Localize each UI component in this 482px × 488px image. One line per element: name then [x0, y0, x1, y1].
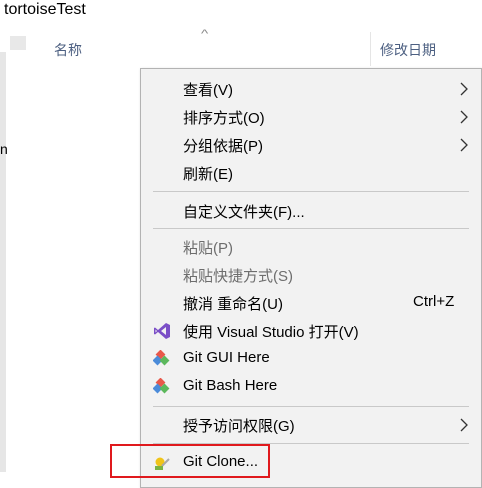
menu-item-git-bash-here[interactable]: Git Bash Here [141, 373, 481, 401]
navigation-scrollbar[interactable] [0, 52, 6, 472]
menu-item-label: 粘贴快捷方式(S) [183, 268, 293, 285]
menu-item-give-access[interactable]: 授予访问权限(G) [141, 411, 481, 439]
menu-separator [153, 228, 469, 229]
menu-item-undo-rename[interactable]: 撤消 重命名(U) Ctrl+Z [141, 289, 481, 317]
sort-ascending-icon: ^ [200, 28, 209, 40]
menu-item-label: 自定义文件夹(F)... [183, 204, 305, 221]
menu-item-label: 分组依据(P) [183, 138, 263, 155]
title-bar: tortoiseTest [0, 0, 482, 24]
menu-item-open-with-visual-studio[interactable]: 使用 Visual Studio 打开(V) [141, 317, 481, 345]
keyboard-shortcut: Ctrl+Z [413, 293, 455, 310]
menu-item-label: 查看(V) [183, 82, 233, 99]
git-bash-icon [153, 378, 170, 394]
menu-item-label: 使用 Visual Studio 打开(V) [183, 324, 359, 341]
menu-item-label: 撤消 重命名(U) [183, 296, 283, 313]
window-title: tortoiseTest [4, 1, 86, 18]
chevron-right-icon [460, 110, 468, 124]
menu-item-view[interactable]: 查看(V) [141, 75, 481, 103]
menu-item-label: 粘贴(P) [183, 240, 233, 257]
menu-item-paste-shortcut[interactable]: 粘贴快捷方式(S) [141, 261, 481, 289]
chevron-right-icon [460, 138, 468, 152]
context-menu: 查看(V) 排序方式(O) 分组依据(P) 刷新(E) 自定义文件夹(F)...… [140, 68, 482, 488]
menu-item-paste[interactable]: 粘贴(P) [141, 233, 481, 261]
scroll-up-button[interactable] [10, 36, 26, 50]
menu-item-customize-folder[interactable]: 自定义文件夹(F)... [141, 197, 481, 225]
menu-item-label: Git Bash Here [183, 377, 278, 394]
menu-item-label: 排序方式(O) [183, 110, 265, 127]
menu-item-label: 刷新(E) [183, 166, 233, 183]
chevron-right-icon [460, 418, 468, 432]
menu-item-group-by[interactable]: 分组依据(P) [141, 131, 481, 159]
menu-item-refresh[interactable]: 刷新(E) [141, 159, 481, 187]
menu-item-sort-by[interactable]: 排序方式(O) [141, 103, 481, 131]
menu-item-label: Git GUI Here [183, 349, 270, 366]
column-divider[interactable] [370, 32, 371, 66]
highlight-annotation-box [110, 444, 270, 478]
menu-separator [153, 191, 469, 192]
visual-studio-icon [154, 323, 170, 339]
nav-item-truncated-text[interactable]: n [0, 141, 8, 157]
menu-separator [153, 406, 469, 407]
git-gui-icon [153, 350, 170, 366]
menu-item-label: 授予访问权限(G) [183, 418, 295, 435]
column-header-date-modified[interactable]: 修改日期 [380, 40, 436, 60]
chevron-right-icon [460, 82, 468, 96]
menu-item-git-gui-here[interactable]: Git GUI Here [141, 345, 481, 373]
column-header-name[interactable]: 名称 [54, 40, 82, 60]
